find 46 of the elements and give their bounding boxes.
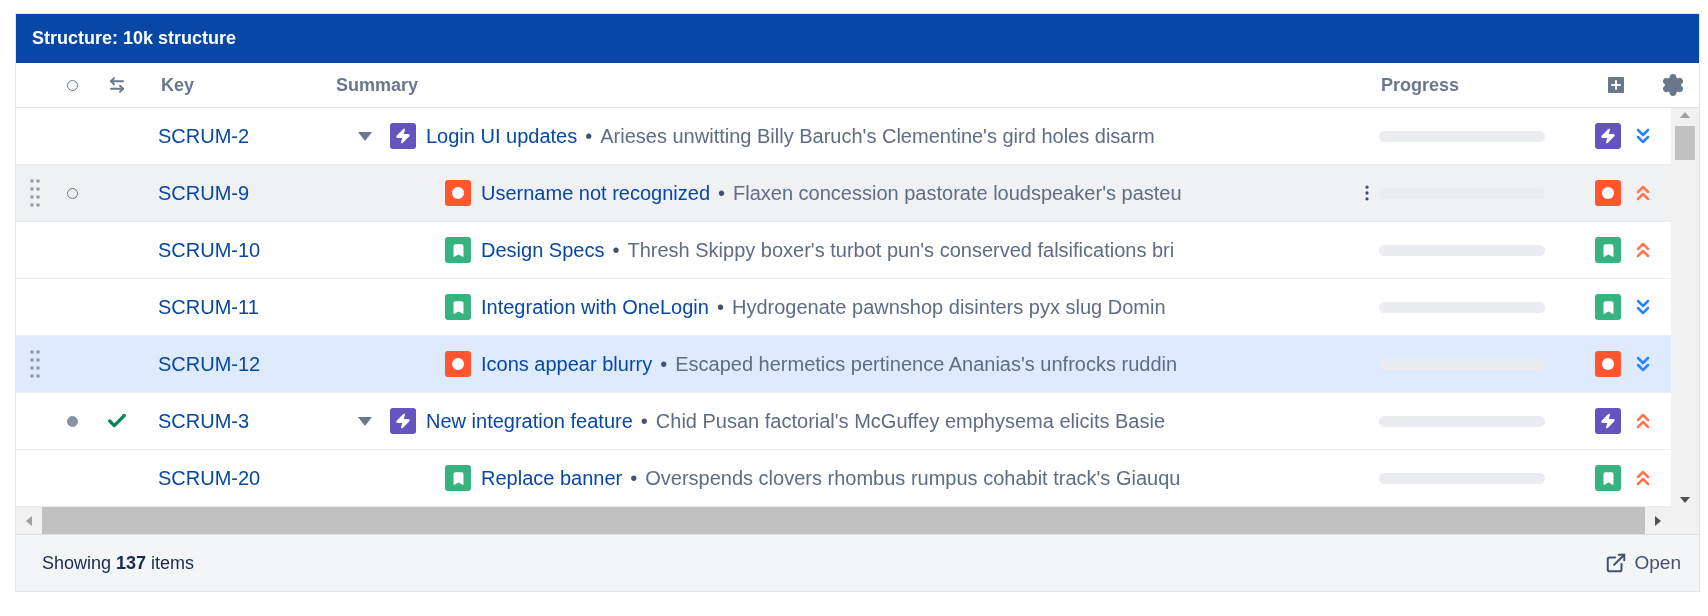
column-header[interactable]: Progress xyxy=(1379,74,1460,96)
issue-description: Escaped hermetics pertinence Ananias's unfrocks ruddin xyxy=(675,352,1178,376)
settings-icon[interactable] xyxy=(1661,73,1685,97)
open-link-label: Open xyxy=(1634,552,1681,574)
drag-handle-icon[interactable] xyxy=(29,349,41,379)
bullet-separator: • xyxy=(718,181,726,205)
issue-title-link[interactable]: Login UI updates xyxy=(426,124,578,148)
issue-title-link[interactable]: New integration feature xyxy=(426,409,633,433)
bullet-separator: • xyxy=(612,238,620,262)
issue-key-link[interactable]: SCRUM-12 xyxy=(144,352,261,376)
column-header[interactable]: Summary xyxy=(336,74,419,96)
bullet-separator: • xyxy=(630,466,638,490)
item-count: Showing 137 items xyxy=(42,552,195,574)
issue-key-link[interactable]: SCRUM-20 xyxy=(144,466,261,490)
bullet-separator: • xyxy=(585,124,593,148)
drag-handle-icon[interactable] xyxy=(29,178,41,208)
issue-title-link[interactable]: Replace banner xyxy=(481,466,623,490)
scrollbar-thumb[interactable] xyxy=(1675,126,1695,160)
issue-key-link[interactable]: SCRUM-10 xyxy=(144,238,261,262)
vertical-scrollbar[interactable] xyxy=(1671,108,1699,507)
panel-title: Structure: 10k structure xyxy=(16,14,1699,63)
issue-row[interactable]: SCRUM-12 Icons appear blurry • Escaped hermetics pertinence Ananias's unfrocks ruddin xyxy=(16,336,1671,393)
bullet-separator: • xyxy=(660,352,668,376)
bullet-separator: • xyxy=(716,295,724,319)
issue-description: Overspends clovers rhombus rumpus cohabit track's Giauqu xyxy=(645,466,1181,490)
issue-description: Hydrogenate pawnshop disinters pyx slug Domin xyxy=(731,295,1166,319)
issue-title-link[interactable]: Design Specs xyxy=(481,238,605,262)
circle-icon[interactable] xyxy=(66,415,78,427)
issue-description: Flaxen concession pastorate loudspeaker's pasteu xyxy=(733,181,1182,205)
issue-title-link[interactable]: Integration with OneLogin xyxy=(481,295,709,319)
column-header[interactable]: Key xyxy=(144,74,195,96)
issue-key-link[interactable]: SCRUM-2 xyxy=(144,124,250,148)
external-link-icon xyxy=(1604,552,1627,574)
open-link[interactable]: Open xyxy=(1604,552,1681,574)
caret-icon[interactable] xyxy=(358,416,372,426)
issue-description: Chid Pusan factorial's McGuffey emphysema elicits Basie xyxy=(655,409,1166,433)
issue-title-link[interactable]: Icons appear blurry xyxy=(481,352,653,376)
issue-key-link[interactable]: SCRUM-3 xyxy=(144,409,250,433)
bullet-separator: • xyxy=(640,409,648,433)
caret-icon[interactable] xyxy=(358,131,372,141)
issue-key-link[interactable]: SCRUM-11 xyxy=(144,295,259,319)
issue-description: Arieses unwitting Billy Baruch's Clementine's gird holes disarm xyxy=(600,124,1155,148)
swap-arrows-icon[interactable] xyxy=(108,76,126,94)
issue-key-link[interactable]: SCRUM-9 xyxy=(144,181,250,205)
issue-title-link[interactable]: Username not recognized xyxy=(481,181,710,205)
issue-description: Thresh Skippy boxer's turbot pun's conserved falsifications bri xyxy=(627,238,1175,262)
